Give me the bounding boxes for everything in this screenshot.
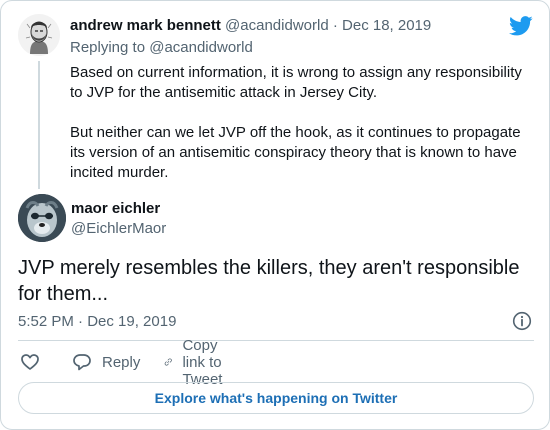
copy-link-label: Copy link to Tweet: [182, 336, 223, 388]
main-tweet-timestamp[interactable]: 5:52 PM · Dec 19, 2019: [18, 313, 176, 330]
heart-icon: [21, 354, 39, 370]
speech-bubble-icon: [73, 354, 91, 371]
reply-author-name[interactable]: andrew mark bennett: [70, 17, 221, 34]
reply-tweet-body: Based on current information, it is wron…: [70, 63, 536, 183]
replying-to-line[interactable]: Replying to @acandidworld: [70, 39, 253, 56]
reply-tweet-paragraph: But neither can we let JVP off the hook,…: [70, 124, 521, 181]
copy-link-button[interactable]: Copy link to Tweet: [164, 337, 234, 388]
reply-tweet-header: andrew mark bennett @acandidworld · Dec …: [70, 17, 431, 34]
tweet-embed-card: andrew mark bennett @acandidworld · Dec …: [0, 0, 550, 430]
reply-button[interactable]: Reply: [72, 350, 140, 374]
link-icon: [164, 358, 172, 366]
main-author-handle[interactable]: @EichlerMaor: [71, 220, 166, 237]
main-author-name[interactable]: maor eichler: [71, 200, 160, 217]
header-separator: ·: [332, 17, 338, 34]
avatar-maor-eichler[interactable]: [18, 194, 66, 242]
reply-author-handle[interactable]: @acandidworld: [225, 17, 329, 34]
avatar-andrew-mark-bennett[interactable]: [18, 14, 60, 56]
main-tweet-text: JVP merely resembles the killers, they a…: [18, 257, 520, 305]
reply-tweet-paragraph: Based on current information, it is wron…: [70, 64, 522, 101]
portrait-sketch-icon: [18, 14, 60, 56]
like-button[interactable]: [20, 350, 40, 374]
dog-photo-icon: [18, 194, 66, 242]
explore-twitter-button[interactable]: Explore what's happening on Twitter: [18, 382, 534, 414]
info-icon[interactable]: [512, 311, 532, 331]
reply-tweet-date[interactable]: Dec 18, 2019: [342, 17, 431, 34]
action-divider: [18, 340, 534, 341]
thread-connector-line: [38, 61, 40, 189]
twitter-bird-icon[interactable]: [509, 15, 533, 37]
reply-label: Reply: [102, 353, 141, 371]
